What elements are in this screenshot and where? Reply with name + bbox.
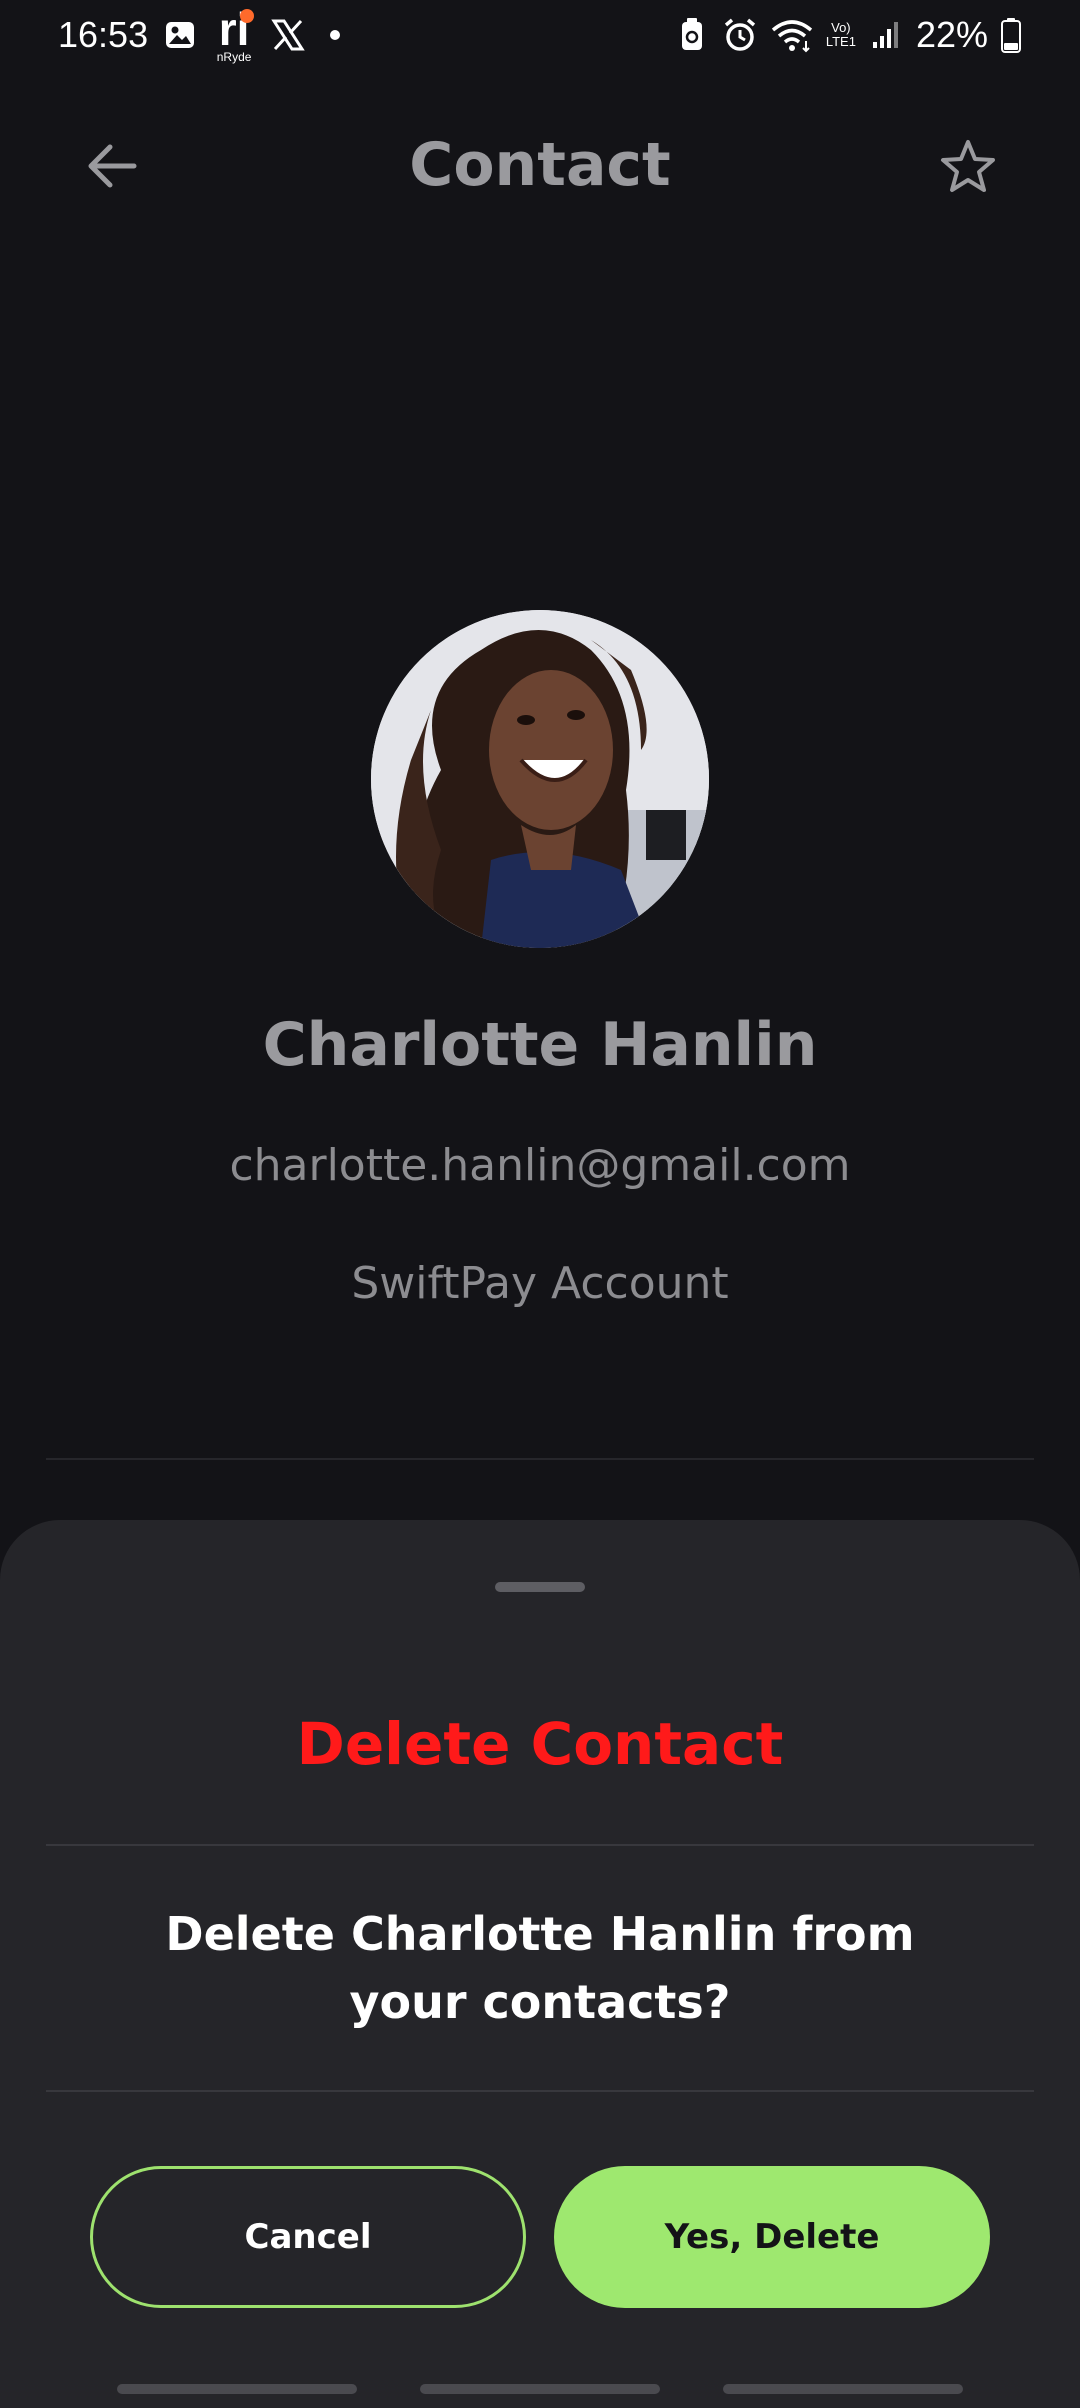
delete-contact-sheet: Delete Contact Delete Charlotte Hanlin f… <box>0 1520 1080 2408</box>
notification-dot <box>330 30 341 40</box>
avatar-photo <box>371 610 709 948</box>
battery-saver-icon <box>674 17 710 53</box>
gallery-icon <box>162 17 198 53</box>
sheet-message: Delete Charlotte Hanlin from your contac… <box>165 1907 915 2029</box>
nryde-label: nRyde <box>216 50 252 64</box>
status-bar: 16:53 ri nRyde Vo) LTE1 22% <box>0 0 1080 70</box>
page-title: Contact <box>409 130 671 200</box>
nav-back-button[interactable] <box>723 2384 963 2394</box>
star-outline-icon <box>941 140 995 192</box>
contact-name: Charlotte Hanlin <box>262 1010 818 1080</box>
sheet-drag-handle[interactable] <box>495 1582 585 1592</box>
back-button[interactable] <box>80 138 144 194</box>
x-app-icon <box>270 17 306 53</box>
top-app-bar: Contact <box>0 110 1080 220</box>
status-time: 16:53 <box>58 14 149 55</box>
wifi-icon <box>770 17 814 53</box>
status-left: 16:53 ri nRyde <box>58 6 341 64</box>
confirm-delete-button[interactable]: Yes, Delete <box>554 2166 990 2308</box>
nryde-dot <box>240 9 255 23</box>
sheet-divider-bottom <box>46 2090 1034 2092</box>
nav-recents-button[interactable] <box>117 2384 357 2394</box>
avatar <box>371 610 709 948</box>
battery-percentage: 22% <box>915 14 988 55</box>
alarm-icon <box>722 17 758 53</box>
contact-screen: 16:53 ri nRyde Vo) LTE1 22% Contact Char… <box>0 0 1080 2408</box>
sheet-title: Delete Contact <box>296 1710 784 1778</box>
contact-account-type: SwiftPay Account <box>351 1258 729 1309</box>
battery-icon <box>1000 17 1022 53</box>
volte-line-2: LTE1 <box>825 34 856 49</box>
favorite-button[interactable] <box>936 136 1000 196</box>
nav-home-button[interactable] <box>420 2384 660 2394</box>
status-right: Vo) LTE1 22% <box>674 14 1022 56</box>
cancel-button[interactable]: Cancel <box>90 2166 526 2308</box>
arrow-left-icon <box>88 144 137 188</box>
volte-icon: Vo) LTE1 <box>826 21 856 49</box>
contact-email: charlotte.hanlin@gmail.com <box>229 1140 851 1191</box>
signal-icon <box>868 17 904 53</box>
system-navigation-bar <box>0 2380 1080 2408</box>
sheet-divider-top <box>46 1844 1034 1846</box>
nryde-app-icon: ri nRyde <box>212 6 256 64</box>
profile-divider <box>46 1458 1034 1460</box>
volte-line-1: Vo) <box>831 20 851 35</box>
